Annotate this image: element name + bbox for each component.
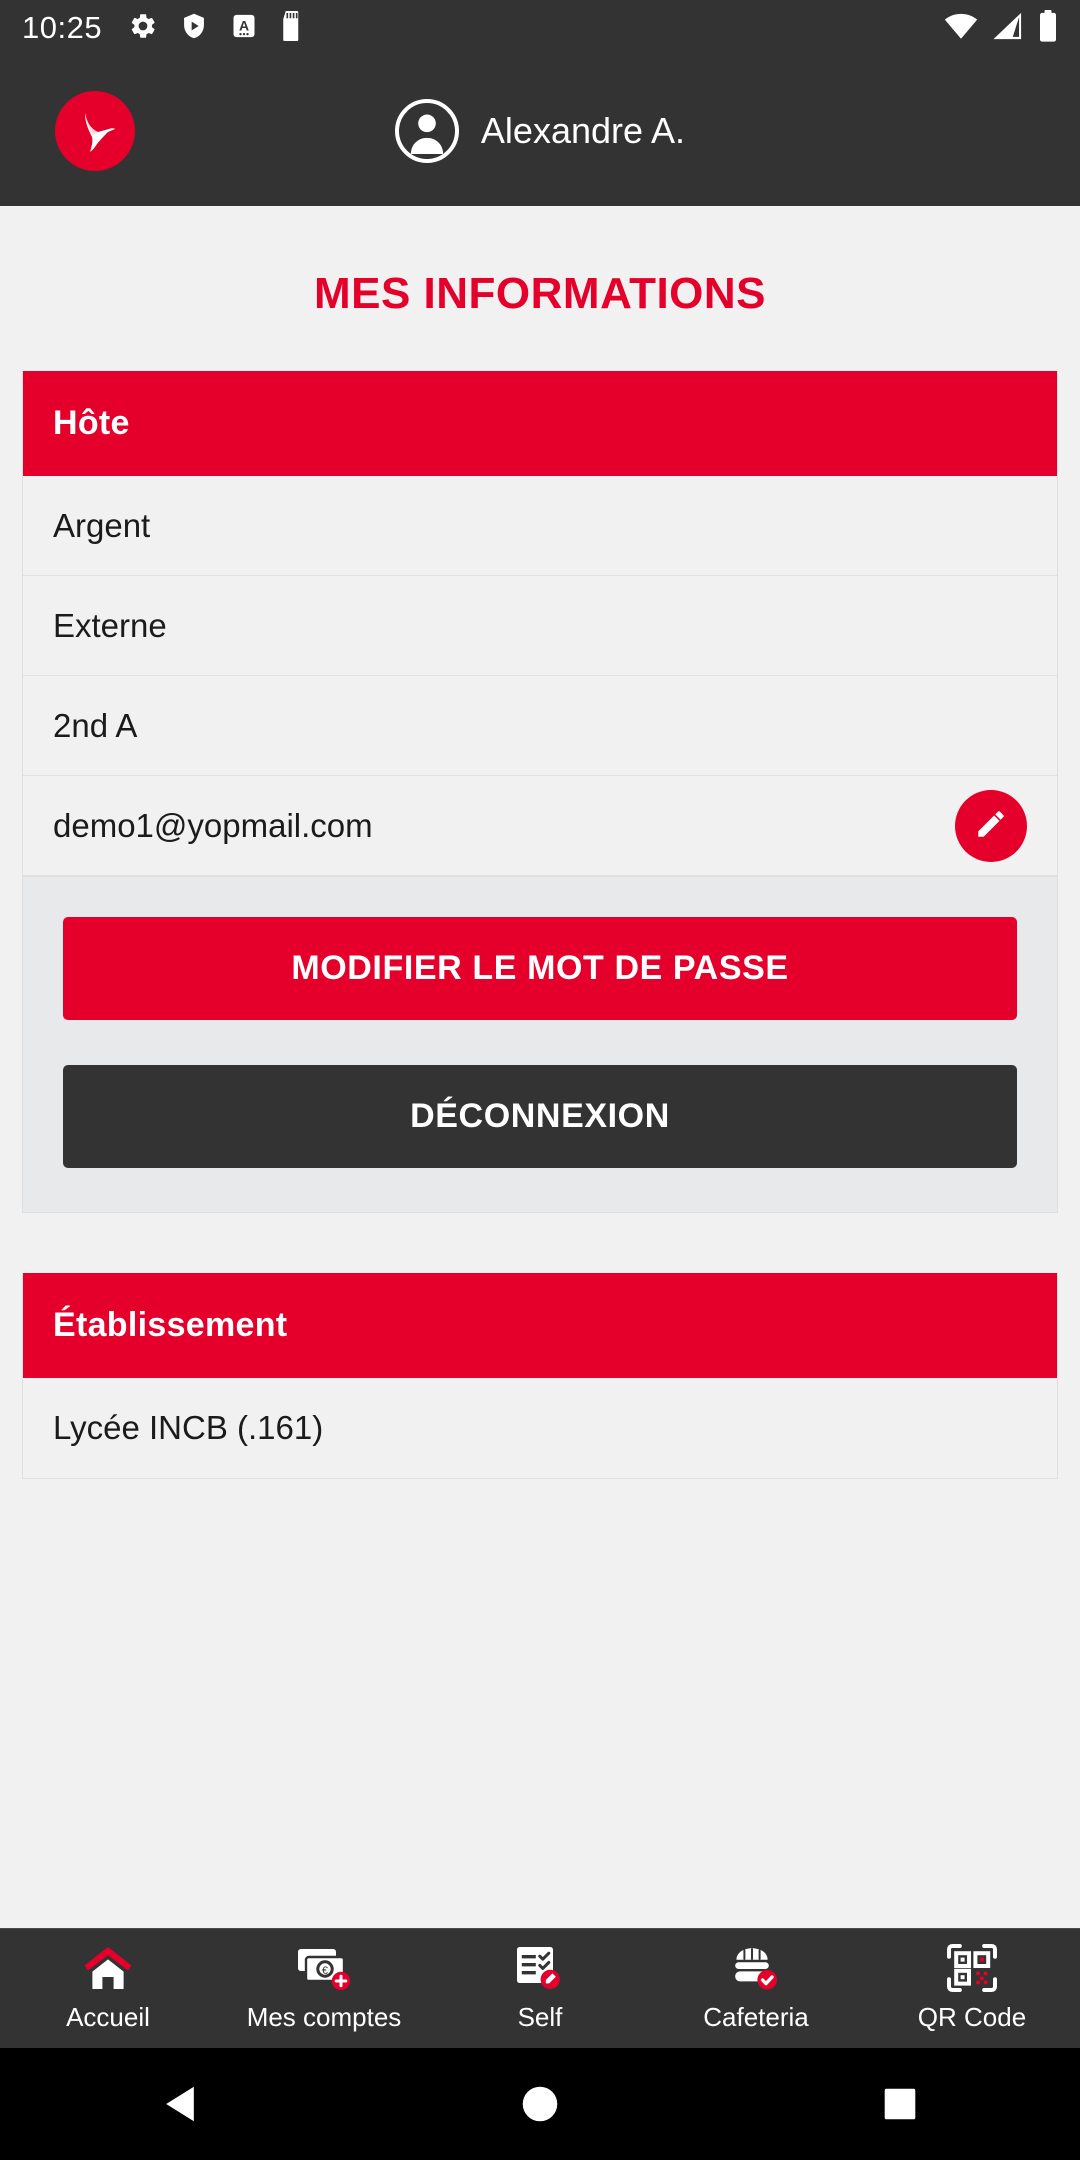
user-name: Alexandre A.	[480, 110, 686, 151]
android-auto-icon: A	[230, 11, 258, 46]
page-content: MES INFORMATIONS Hôte Argent Externe 2nd…	[0, 206, 1080, 2160]
edit-email-button[interactable]	[955, 789, 1027, 862]
logout-button[interactable]: DÉCONNEXION	[63, 1065, 1017, 1168]
back-icon[interactable]	[120, 2085, 240, 2123]
host-card-header: Hôte	[23, 371, 1057, 476]
wifi-icon	[944, 11, 978, 46]
list-edit-icon	[515, 1944, 565, 1992]
nav-item-accueil[interactable]: Accueil	[0, 1944, 216, 2033]
pencil-icon	[974, 807, 1008, 844]
money-add-icon: €	[296, 1944, 352, 1992]
table-row[interactable]: Argent	[23, 476, 1057, 576]
table-row[interactable]: Externe	[23, 576, 1057, 676]
row-value-status: Externe	[53, 606, 167, 644]
signal-icon	[992, 11, 1024, 46]
bottom-navigation: Accueil € Mes comptes Self Cafeteria QR …	[0, 1928, 1080, 2048]
establishment-card: Établissement Lycée INCB (.161)	[22, 1273, 1058, 1479]
host-card: Hôte Argent Externe 2nd A demo1@yopmail.…	[22, 371, 1058, 1213]
user-block: Alexandre A.	[0, 56, 1080, 206]
user-profile-link[interactable]: Alexandre A.	[394, 99, 686, 163]
nav-label-mes-comptes: Mes comptes	[246, 2002, 402, 2032]
qr-code-icon	[947, 1944, 997, 1992]
burger-check-icon	[730, 1944, 782, 1992]
status-bar: 10:25 A	[0, 0, 1080, 56]
nav-label-qr-code: QR Code	[917, 2002, 1027, 2032]
table-row[interactable]: 2nd A	[23, 676, 1057, 776]
system-navigation-bar	[0, 2048, 1080, 2160]
row-value-class: 2nd A	[53, 706, 138, 744]
battery-icon	[1038, 9, 1058, 47]
table-row-email[interactable]: demo1@yopmail.com	[23, 776, 1057, 876]
change-password-button[interactable]: MODIFIER LE MOT DE PASSE	[63, 917, 1017, 1020]
nav-item-mes-comptes[interactable]: € Mes comptes	[216, 1944, 432, 2033]
nav-label-self: Self	[517, 2002, 563, 2032]
app-header: Alexandre A.	[0, 56, 1080, 206]
row-value-account-type: Argent	[53, 506, 151, 544]
home-icon[interactable]	[480, 2085, 600, 2123]
establishment-card-header: Établissement	[23, 1273, 1057, 1378]
host-card-actions: MODIFIER LE MOT DE PASSE DÉCONNEXION	[23, 876, 1057, 1212]
nav-label-accueil: Accueil	[66, 2002, 150, 2032]
table-row[interactable]: Lycée INCB (.161)	[23, 1378, 1057, 1478]
nav-item-cafeteria[interactable]: Cafeteria	[648, 1944, 864, 2033]
row-value-establishment: Lycée INCB (.161)	[53, 1409, 324, 1446]
app-screen: 10:25 A Alexandre A. MES INFORMATIONS Hô…	[0, 0, 1080, 2160]
svg-text:€: €	[322, 1965, 328, 1977]
play-protect-icon	[180, 11, 208, 46]
hummingbird-logo[interactable]	[55, 91, 135, 171]
nav-label-cafeteria: Cafeteria	[703, 2002, 809, 2032]
nav-item-qr-code[interactable]: QR Code	[864, 1944, 1080, 2033]
svg-text:A: A	[239, 17, 249, 33]
page-title: MES INFORMATIONS	[313, 269, 767, 318]
sd-card-icon	[280, 10, 304, 46]
gear-icon	[128, 11, 158, 46]
recents-icon[interactable]	[840, 2087, 960, 2121]
nav-item-self[interactable]: Self	[432, 1944, 648, 2033]
user-avatar-icon	[394, 99, 459, 163]
status-bar-right-icons	[944, 9, 1058, 47]
status-bar-clock: 10:25	[22, 10, 103, 45]
row-value-email: demo1@yopmail.com	[53, 806, 373, 844]
status-bar-left-icons: A	[128, 10, 304, 46]
home-icon	[82, 1944, 134, 1992]
